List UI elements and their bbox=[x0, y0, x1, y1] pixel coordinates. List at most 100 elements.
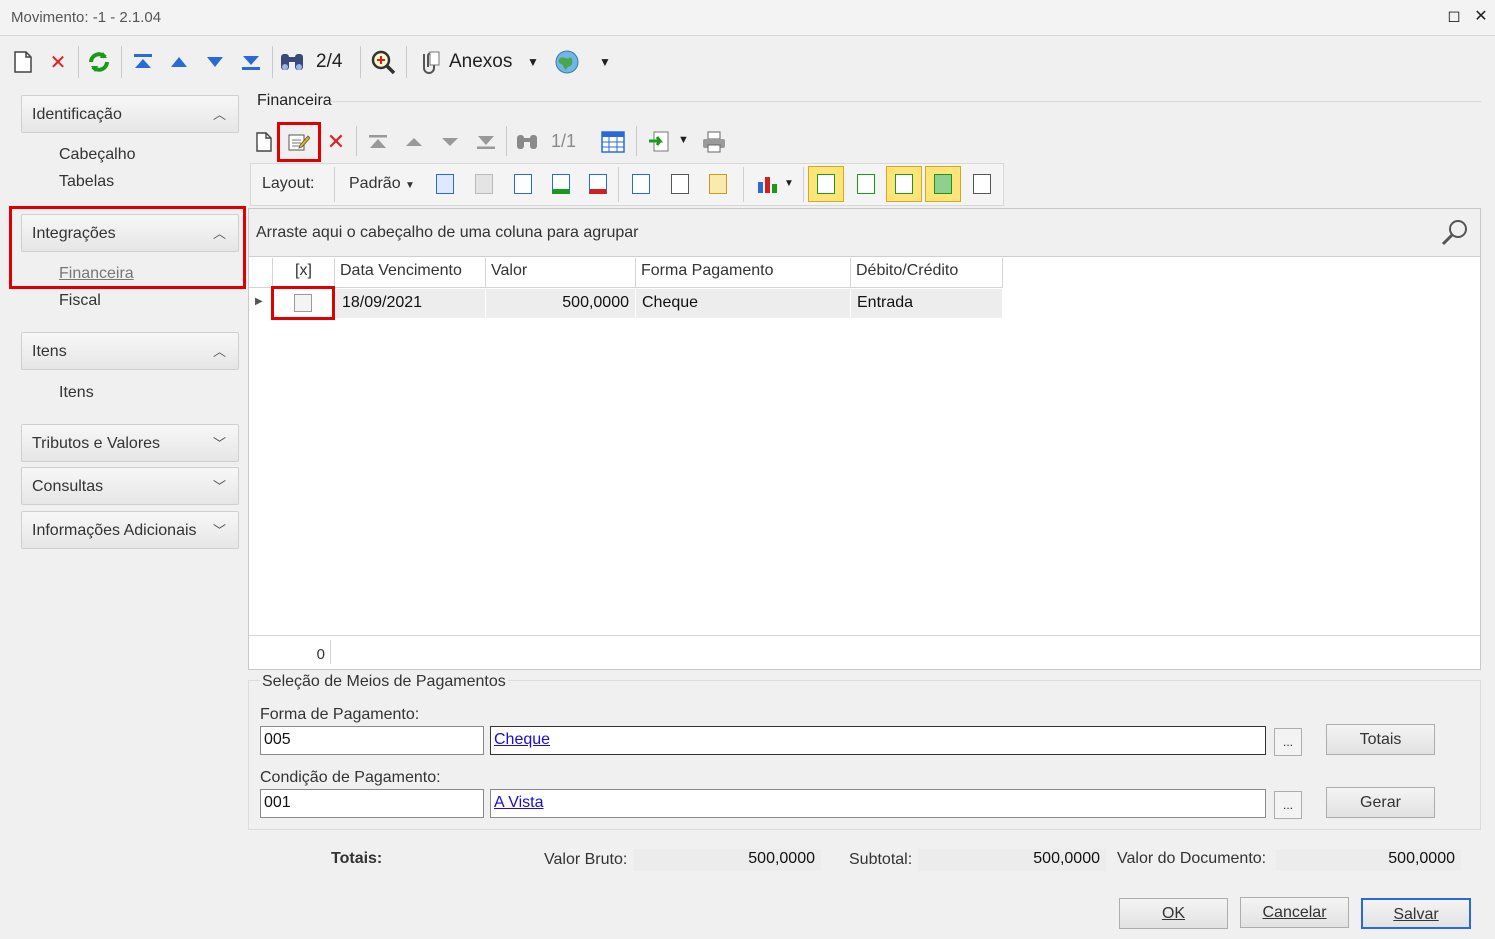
filter-row-icon[interactable] bbox=[627, 170, 655, 198]
toolbar-separator bbox=[78, 46, 79, 78]
grid-view-icon[interactable] bbox=[599, 128, 627, 156]
record-counter: 2/4 bbox=[316, 51, 343, 72]
search-binoculars-icon[interactable] bbox=[279, 49, 305, 75]
toolbar-separator bbox=[121, 46, 122, 78]
next-record-icon[interactable] bbox=[436, 128, 464, 156]
toolbar-separator bbox=[356, 126, 357, 156]
chart-icon[interactable] bbox=[754, 170, 782, 198]
nav-item-cabecalho[interactable]: Cabeçalho bbox=[59, 146, 136, 164]
layout-select-value: Padrão bbox=[349, 175, 401, 192]
export-dropdown-icon[interactable]: ▼ bbox=[678, 134, 689, 146]
totais-button[interactable]: Totais bbox=[1326, 724, 1435, 755]
condicao-pagamento-link[interactable]: A Vista bbox=[494, 794, 544, 811]
previous-record-icon[interactable] bbox=[400, 128, 428, 156]
new-record-icon[interactable] bbox=[250, 128, 278, 156]
row-pointer-icon: ▶ bbox=[255, 296, 263, 307]
column-header-select[interactable]: [x] bbox=[273, 258, 335, 288]
nav-group-identificacao[interactable]: Identificação ︿ bbox=[21, 95, 239, 133]
attachments-dropdown-icon[interactable]: ▼ bbox=[520, 49, 546, 75]
export-icon[interactable] bbox=[646, 128, 674, 156]
forma-pagamento-code-input[interactable]: 005 bbox=[260, 726, 484, 755]
layout-disabled-icon[interactable] bbox=[470, 170, 498, 198]
highlight-edit-button bbox=[277, 122, 321, 162]
sum-icon[interactable] bbox=[666, 170, 694, 198]
nav-group-tributos[interactable]: Tributos e Valores ﹀ bbox=[21, 424, 239, 462]
layout-columns-icon[interactable] bbox=[509, 170, 537, 198]
nav-item-itens[interactable]: Itens bbox=[59, 384, 94, 402]
search-binoculars-icon[interactable] bbox=[513, 128, 541, 156]
previous-record-icon[interactable] bbox=[166, 49, 192, 75]
nav-group-label: Informações Adicionais bbox=[32, 522, 197, 539]
forma-pagamento-link[interactable]: Cheque bbox=[494, 731, 550, 748]
first-record-icon[interactable] bbox=[364, 128, 392, 156]
layout-upload-icon[interactable] bbox=[584, 170, 612, 198]
column-header-debito-credito[interactable]: Débito/Crédito bbox=[851, 258, 1003, 288]
column-header-data-vencimento[interactable]: Data Vencimento bbox=[335, 258, 486, 288]
new-icon[interactable] bbox=[10, 49, 36, 75]
footer-divider bbox=[330, 640, 331, 664]
chevron-down-icon: ﹀ bbox=[212, 436, 226, 451]
payment-selection-title: Seleção de Meios de Pagamentos bbox=[260, 673, 508, 691]
cancelar-button[interactable]: Cancelar bbox=[1240, 897, 1349, 928]
condicao-pagamento-label: Condição de Pagamento: bbox=[260, 769, 441, 786]
view-toggle-1-icon[interactable] bbox=[808, 166, 844, 202]
nav-group-informacoes[interactable]: Informações Adicionais ﹀ bbox=[21, 511, 239, 549]
search-icon[interactable] bbox=[1440, 218, 1470, 253]
view-toggle-4-icon[interactable] bbox=[925, 166, 961, 202]
font-icon[interactable] bbox=[968, 170, 996, 198]
layout-save-icon[interactable] bbox=[431, 170, 459, 198]
layout-label: Layout: bbox=[262, 175, 315, 192]
format-icon[interactable] bbox=[704, 170, 732, 198]
condicao-pagamento-code-input[interactable]: 001 bbox=[260, 789, 484, 818]
layout-select[interactable]: Padrão ▼ bbox=[349, 175, 415, 193]
nav-group-consultas[interactable]: Consultas ﹀ bbox=[21, 467, 239, 505]
chevron-down-icon: ﹀ bbox=[212, 523, 226, 538]
nav-group-itens[interactable]: Itens ︿ bbox=[21, 332, 239, 370]
highlight-row-checkbox bbox=[271, 286, 335, 320]
next-record-icon[interactable] bbox=[202, 49, 228, 75]
paperclip-icon[interactable] bbox=[416, 49, 442, 75]
nav-group-label: Consultas bbox=[32, 478, 104, 495]
column-header-valor[interactable]: Valor bbox=[486, 258, 636, 288]
maximize-button[interactable]: ◻ bbox=[1443, 6, 1465, 28]
toolbar-separator bbox=[618, 167, 619, 202]
refresh-icon[interactable] bbox=[86, 49, 112, 75]
toolbar-separator bbox=[636, 126, 637, 156]
toolbar-separator bbox=[743, 167, 744, 202]
valor-bruto-value: 500,0000 bbox=[634, 849, 821, 871]
salvar-button[interactable]: Salvar bbox=[1361, 898, 1471, 929]
last-record-icon[interactable] bbox=[238, 49, 264, 75]
first-record-icon[interactable] bbox=[130, 49, 156, 75]
section-divider bbox=[330, 101, 1481, 102]
condicao-pagamento-desc-field[interactable]: A Vista bbox=[490, 789, 1266, 818]
ok-button[interactable]: OK bbox=[1119, 898, 1228, 929]
zoom-search-icon[interactable] bbox=[370, 49, 396, 75]
close-button[interactable]: ✕ bbox=[1470, 6, 1492, 28]
layout-import-icon[interactable] bbox=[547, 170, 575, 198]
print-icon[interactable] bbox=[700, 128, 728, 156]
attachments-label[interactable]: Anexos bbox=[449, 51, 512, 73]
nav-item-tabelas[interactable]: Tabelas bbox=[59, 173, 114, 191]
delete-record-icon[interactable]: ✕ bbox=[322, 128, 350, 156]
chevron-down-icon: ▼ bbox=[405, 180, 415, 191]
forma-pagamento-lookup-button[interactable]: ... bbox=[1274, 728, 1302, 756]
forma-pagamento-desc-field[interactable]: Cheque bbox=[490, 726, 1266, 755]
gerar-button[interactable]: Gerar bbox=[1326, 787, 1435, 818]
chart-dropdown-icon[interactable]: ▼ bbox=[784, 178, 794, 189]
title-bar bbox=[0, 0, 1495, 36]
section-title: Financeira bbox=[257, 92, 332, 109]
nav-item-fiscal[interactable]: Fiscal bbox=[59, 292, 101, 310]
view-toggle-2-icon[interactable] bbox=[852, 170, 880, 198]
nav-group-label: Itens bbox=[32, 343, 67, 360]
globe-icon[interactable] bbox=[554, 49, 580, 75]
nav-group-label: Identificação bbox=[32, 106, 122, 123]
view-toggle-3-icon[interactable] bbox=[886, 166, 922, 202]
globe-dropdown-icon[interactable]: ▼ bbox=[592, 49, 618, 75]
column-header-forma-pagamento[interactable]: Forma Pagamento bbox=[636, 258, 851, 288]
last-record-icon[interactable] bbox=[472, 128, 500, 156]
delete-icon[interactable]: ✕ bbox=[45, 49, 71, 75]
condicao-pagamento-lookup-button[interactable]: ... bbox=[1274, 791, 1302, 819]
footer-count: 0 bbox=[316, 646, 325, 663]
cell-valor: 500,0000 bbox=[486, 289, 636, 318]
toolbar-separator bbox=[334, 167, 335, 202]
